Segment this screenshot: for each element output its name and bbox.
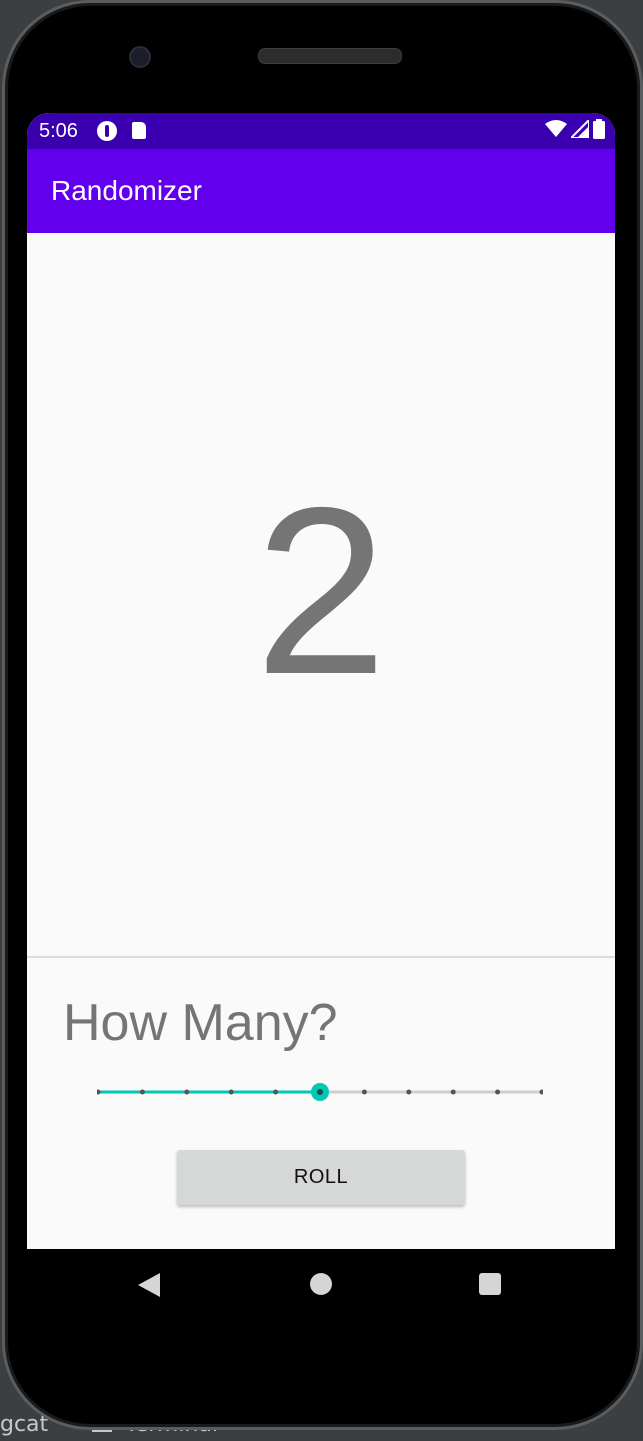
battery-icon bbox=[593, 119, 605, 139]
slider-tick bbox=[184, 1089, 190, 1095]
pocket-casts-icon bbox=[97, 121, 117, 141]
status-time: 5:06 bbox=[39, 120, 78, 142]
status-icons-right bbox=[545, 119, 605, 139]
slider-tick bbox=[97, 1089, 101, 1095]
app-title: Randomizer bbox=[51, 175, 202, 206]
status-bar: 5:06 bbox=[27, 113, 615, 149]
app-bar: Randomizer bbox=[27, 149, 615, 233]
slider-tick bbox=[273, 1089, 279, 1095]
ide-tab-logcat-label[interactable]: gcat bbox=[0, 1412, 48, 1437]
random-result: 2 bbox=[254, 459, 388, 724]
home-icon[interactable] bbox=[310, 1273, 332, 1295]
how-many-label: How Many? bbox=[63, 994, 338, 1052]
slider-tick bbox=[139, 1089, 145, 1095]
navigation-bar bbox=[27, 1249, 615, 1321]
slider-tick bbox=[361, 1089, 367, 1095]
slider-tick bbox=[450, 1089, 456, 1095]
device-screen: 5:06 Randomizer 2 How Many? ROLL bbox=[27, 113, 615, 1249]
front-camera bbox=[129, 46, 151, 68]
cell-signal-icon bbox=[571, 120, 589, 138]
section-divider bbox=[27, 956, 615, 958]
slider-tick bbox=[228, 1089, 234, 1095]
recents-icon[interactable] bbox=[479, 1273, 501, 1295]
roll-button[interactable]: ROLL bbox=[177, 1150, 465, 1205]
slider-tick bbox=[406, 1089, 412, 1095]
count-slider[interactable] bbox=[97, 1081, 543, 1103]
slider-thumb-dot bbox=[317, 1089, 323, 1095]
slider-tick bbox=[539, 1089, 543, 1095]
sd-card-icon bbox=[132, 122, 146, 139]
wifi-icon bbox=[545, 120, 567, 137]
earpiece-speaker bbox=[258, 48, 402, 64]
slider-tick bbox=[495, 1089, 501, 1095]
back-icon[interactable] bbox=[138, 1273, 160, 1297]
